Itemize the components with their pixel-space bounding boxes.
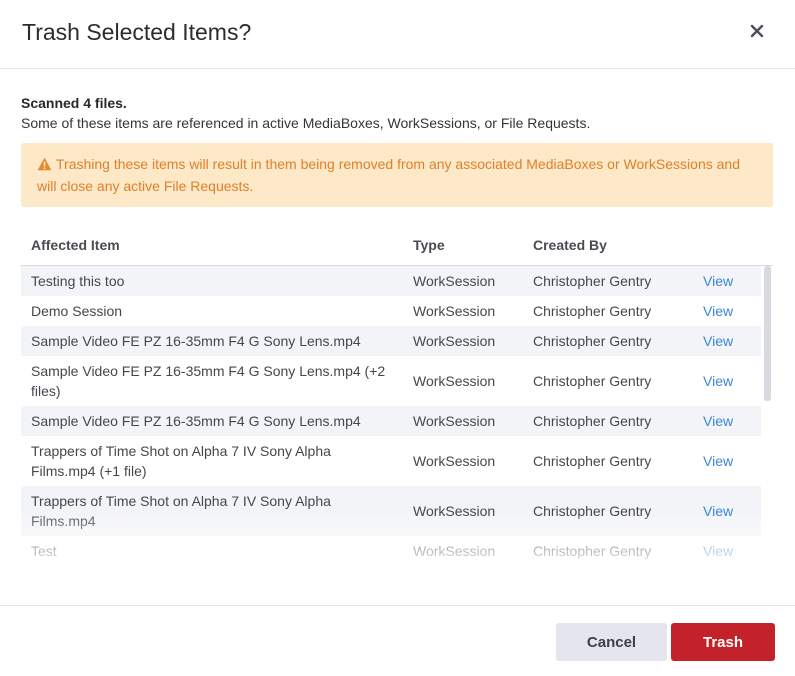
item-created-by: Christopher Gentry	[533, 503, 652, 519]
trash-dialog: Trash Selected Items? Scanned 4 files. S…	[0, 0, 795, 676]
item-type: WorkSession	[413, 503, 496, 519]
view-link[interactable]: View	[703, 503, 733, 519]
view-link[interactable]: View	[703, 273, 733, 289]
table-row: Testing this too WorkSession Christopher…	[21, 266, 761, 296]
item-created-by: Christopher Gentry	[533, 543, 652, 559]
cancel-button[interactable]: Cancel	[556, 623, 667, 661]
table-row: Sample Video FE PZ 16-35mm F4 G Sony Len…	[21, 356, 761, 406]
dialog-header: Trash Selected Items?	[0, 0, 795, 69]
column-type: Type	[413, 237, 445, 253]
affected-item-name: Sample Video FE PZ 16-35mm F4 G Sony Len…	[31, 333, 361, 349]
view-link[interactable]: View	[703, 303, 733, 319]
view-link[interactable]: View	[703, 413, 733, 429]
item-type: WorkSession	[413, 413, 496, 429]
column-created-by: Created By	[533, 237, 607, 253]
affected-items-table[interactable]: Testing this too WorkSession Christopher…	[21, 266, 773, 565]
table-row: Sample Video FE PZ 16-35mm F4 G Sony Len…	[21, 326, 761, 356]
item-created-by: Christopher Gentry	[533, 413, 652, 429]
table-row: Demo Session WorkSession Christopher Gen…	[21, 296, 761, 326]
view-link[interactable]: View	[703, 333, 733, 349]
scanned-count: Scanned 4 files.	[21, 95, 127, 111]
item-type: WorkSession	[413, 373, 496, 389]
affected-item-name: Testing this too	[31, 273, 125, 289]
table-row: Trappers of Time Shot on Alpha 7 IV Sony…	[21, 436, 761, 486]
affected-item-name: Test	[31, 543, 57, 559]
item-type: WorkSession	[413, 453, 496, 469]
table-row: Test WorkSession Christopher Gentry View	[21, 536, 761, 565]
dialog-footer: Cancel Trash	[0, 605, 795, 676]
item-type: WorkSession	[413, 333, 496, 349]
affected-item-name: Sample Video FE PZ 16-35mm F4 G Sony Len…	[31, 413, 361, 429]
item-created-by: Christopher Gentry	[533, 273, 652, 289]
warning-triangle-icon	[37, 156, 52, 176]
item-created-by: Christopher Gentry	[533, 333, 652, 349]
close-icon	[750, 24, 764, 38]
view-link[interactable]: View	[703, 543, 733, 559]
item-created-by: Christopher Gentry	[533, 303, 652, 319]
item-type: WorkSession	[413, 543, 496, 559]
affected-item-name: Trappers of Time Shot on Alpha 7 IV Sony…	[31, 493, 331, 529]
column-affected-item: Affected Item	[31, 237, 120, 253]
table-scrollbar[interactable]	[764, 266, 771, 401]
trash-button[interactable]: Trash	[671, 623, 775, 661]
affected-item-name: Trappers of Time Shot on Alpha 7 IV Sony…	[31, 443, 331, 479]
affected-item-name: Sample Video FE PZ 16-35mm F4 G Sony Len…	[31, 363, 386, 399]
warning-text: Trashing these items will result in them…	[37, 156, 740, 194]
item-created-by: Christopher Gentry	[533, 373, 652, 389]
table-row: Sample Video FE PZ 16-35mm F4 G Sony Len…	[21, 406, 761, 436]
item-created-by: Christopher Gentry	[533, 453, 652, 469]
close-button[interactable]	[745, 19, 769, 43]
view-link[interactable]: View	[703, 373, 733, 389]
view-link[interactable]: View	[703, 453, 733, 469]
affected-item-name: Demo Session	[31, 303, 123, 319]
item-type: WorkSession	[413, 273, 496, 289]
table-header: Affected Item Type Created By	[21, 226, 773, 266]
warning-banner: Trashing these items will result in them…	[21, 143, 773, 207]
dialog-title: Trash Selected Items?	[22, 19, 252, 45]
table-row: Trappers of Time Shot on Alpha 7 IV Sony…	[21, 486, 761, 536]
reference-description: Some of these items are referenced in ac…	[21, 115, 591, 131]
item-type: WorkSession	[413, 303, 496, 319]
